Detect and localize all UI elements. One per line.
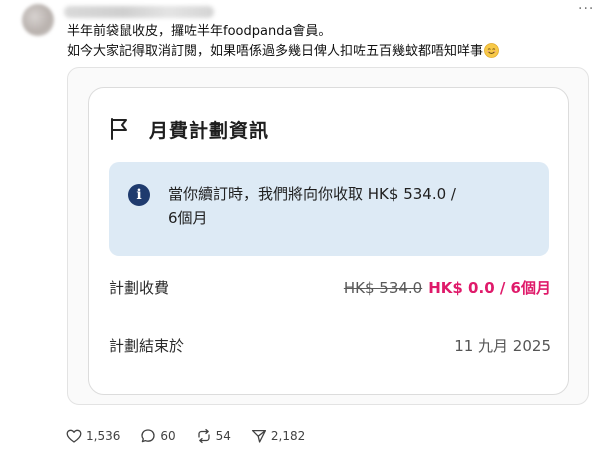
avatar[interactable]	[22, 4, 54, 36]
plan-fee-label: 計劃收費	[109, 278, 170, 297]
smiling-face-emoji	[484, 43, 499, 58]
post-line-2: 如今大家記得取消訂閱，如果唔係過多幾日俾人扣咗五百幾蚊都唔知咩事	[67, 42, 587, 62]
renewal-notice-line-2: 6個月	[168, 209, 208, 227]
post-line-1: 半年前袋鼠收皮，攞咗半年foodpanda會員。	[67, 24, 332, 39]
repost-count: 54	[215, 429, 231, 443]
renewal-notice-line-1: 當你續訂時，我們將向你收取 HK$ 534.0 /	[168, 185, 456, 203]
plan-end-date: 11 九月 2025	[454, 336, 551, 355]
post-line-2-text: 如今大家記得取消訂閱，如果唔係過多幾日俾人扣咗五百幾蚊都唔知咩事	[67, 44, 484, 59]
discounted-price: HK$ 0.0 / 6個月	[428, 278, 551, 297]
original-price: HK$ 534.0	[343, 278, 423, 297]
post-actions-bar: 1,536 60 54 2,182	[66, 427, 325, 445]
subscription-plan-card: 月費計劃資訊 i 當你續訂時，我們將向你收取 HK$ 534.0 / 6個月 計…	[88, 87, 569, 395]
post-body: 半年前袋鼠收皮，攞咗半年foodpanda會員。 如今大家記得取消訂閱，如果唔係…	[67, 22, 587, 62]
comment-icon	[141, 429, 156, 443]
repost-icon	[197, 428, 210, 444]
like-button[interactable]: 1,536	[66, 428, 120, 444]
more-options-icon[interactable]: ···	[578, 2, 594, 16]
share-icon	[251, 429, 266, 443]
reply-count: 60	[160, 429, 176, 443]
share-count: 2,182	[270, 429, 306, 443]
info-icon: i	[128, 184, 150, 206]
embedded-screenshot[interactable]: 月費計劃資訊 i 當你續訂時，我們將向你收取 HK$ 534.0 / 6個月 計…	[67, 67, 589, 405]
renewal-notice: i 當你續訂時，我們將向你收取 HK$ 534.0 / 6個月	[109, 162, 549, 256]
card-header: 月費計劃資訊	[109, 114, 269, 144]
share-button[interactable]: 2,182	[251, 428, 305, 444]
repost-button[interactable]: 54	[196, 428, 231, 444]
plan-fee-value: HK$ 534.0 HK$ 0.0 / 6個月	[344, 277, 551, 298]
plan-fee-row: 計劃收費 HK$ 534.0 HK$ 0.0 / 6個月	[109, 275, 551, 299]
reply-button[interactable]: 60	[140, 428, 176, 444]
like-count: 1,536	[86, 429, 121, 443]
card-title: 月費計劃資訊	[149, 119, 270, 142]
plan-end-label: 計劃結束於	[109, 336, 185, 355]
username-blurred[interactable]	[64, 6, 214, 18]
heart-icon	[66, 429, 82, 443]
plan-end-row: 計劃結束於 11 九月 2025	[109, 333, 551, 357]
flag-icon	[111, 118, 127, 140]
renewal-notice-text: 當你續訂時，我們將向你收取 HK$ 534.0 / 6個月	[168, 182, 538, 230]
